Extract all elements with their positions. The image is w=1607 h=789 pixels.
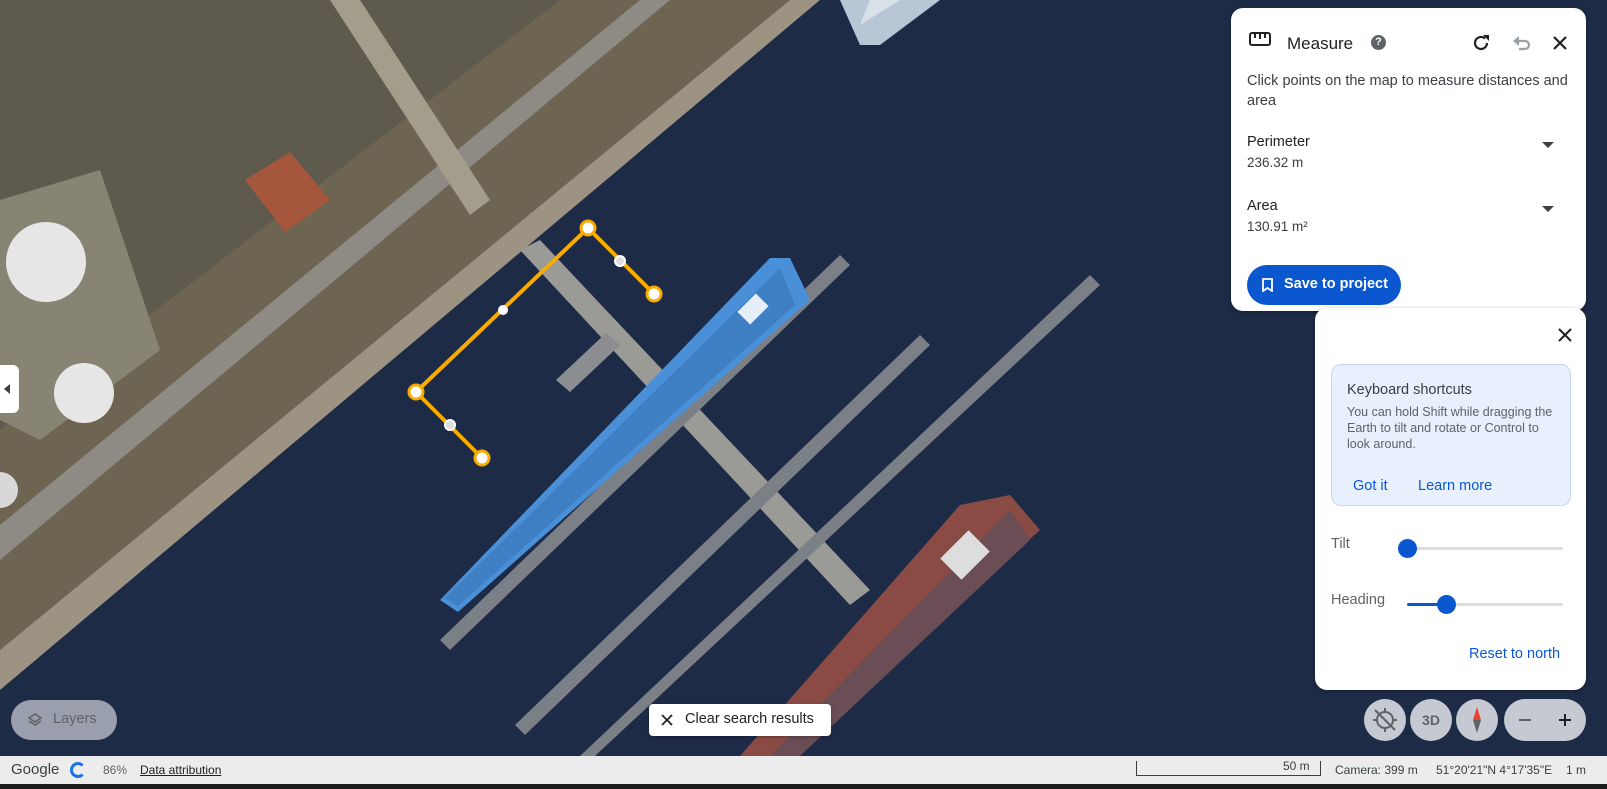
loading-spinner-icon	[70, 762, 86, 778]
measure-panel: Measure ? Click points on the map to mea…	[1231, 8, 1586, 311]
tilt-thumb[interactable]	[1398, 539, 1417, 558]
perimeter-row[interactable]: Perimeter 236.32 m	[1247, 134, 1572, 184]
refresh-icon[interactable]	[1470, 32, 1492, 54]
storage-tank	[6, 222, 86, 302]
chevron-down-icon[interactable]	[1542, 142, 1554, 148]
tilt-slider[interactable]	[1398, 539, 1563, 558]
measure-vertex	[645, 285, 663, 303]
heading-slider[interactable]	[1407, 595, 1563, 614]
ruler-icon	[1249, 32, 1271, 46]
area-value: 130.91 m²	[1247, 219, 1308, 234]
measure-title: Measure	[1287, 34, 1354, 53]
photo-mode-button[interactable]	[1364, 699, 1406, 741]
compass-button[interactable]	[1456, 699, 1498, 741]
learn-more-link[interactable]: Learn more	[1418, 478, 1492, 494]
compass-icon	[1473, 707, 1481, 733]
help-icon[interactable]: ?	[1371, 35, 1386, 50]
data-attribution-link[interactable]: Data attribution	[140, 763, 221, 777]
crosshair-off-icon	[1373, 708, 1397, 732]
clear-search-results-label: Clear search results	[685, 711, 814, 727]
3d-toggle-button[interactable]: 3D	[1410, 699, 1452, 741]
measure-midpoint	[614, 255, 626, 267]
undo-icon[interactable]	[1510, 32, 1532, 54]
bookmark-icon	[1262, 278, 1273, 292]
area-label: Area	[1247, 198, 1278, 214]
tip-title: Keyboard shortcuts	[1347, 382, 1472, 398]
layers-icon	[28, 713, 42, 726]
heading-thumb[interactable]	[1437, 595, 1456, 614]
clear-search-results-button[interactable]: Clear search results	[649, 704, 831, 736]
chevron-left-icon	[4, 384, 10, 394]
tip-body: You can hold Shift while dragging the Ea…	[1347, 405, 1553, 451]
storage-tank	[54, 363, 114, 423]
keyboard-shortcuts-tip: Keyboard shortcuts You can hold Shift wh…	[1331, 364, 1571, 506]
measure-header: Measure ?	[1231, 8, 1586, 64]
camera-altitude: Camera: 399 m	[1335, 763, 1418, 777]
perimeter-label: Perimeter	[1247, 134, 1310, 150]
perimeter-value: 236.32 m	[1247, 155, 1304, 170]
tilt-label: Tilt	[1331, 536, 1350, 552]
view-controls-panel: Keyboard shortcuts You can hold Shift wh…	[1315, 308, 1586, 690]
scale-label: 50 m	[1283, 759, 1310, 773]
ground-altitude: 1 m	[1566, 763, 1587, 777]
zoom-out-icon[interactable]	[1517, 712, 1533, 728]
zoom-in-icon[interactable]	[1557, 712, 1573, 728]
side-panel-toggle[interactable]	[0, 365, 19, 413]
chevron-down-icon[interactable]	[1542, 206, 1554, 212]
zoom-controls	[1504, 699, 1586, 741]
area-row[interactable]: Area 130.91 m²	[1247, 198, 1572, 248]
measure-vertex	[579, 219, 597, 237]
google-logo: Google	[11, 761, 60, 778]
close-icon[interactable]	[1556, 326, 1574, 344]
measure-description: Click points on the map to measure dista…	[1247, 73, 1568, 109]
layers-label: Layers	[53, 711, 97, 727]
measure-midpoint	[498, 305, 508, 315]
measure-vertex	[407, 383, 425, 401]
got-it-button[interactable]: Got it	[1353, 478, 1388, 494]
reset-to-north-button[interactable]: Reset to north	[1469, 646, 1560, 662]
close-icon[interactable]	[1549, 32, 1571, 54]
status-bar: Google 86% Data attribution 50 m Camera:…	[0, 756, 1607, 784]
layers-button[interactable]: Layers	[11, 700, 117, 740]
save-to-project-label: Save to project	[1284, 276, 1388, 292]
loading-percent: 86%	[103, 763, 128, 777]
heading-label: Heading	[1331, 592, 1386, 608]
save-to-project-button[interactable]: Save to project	[1247, 265, 1401, 305]
coordinates: 51°20'21"N 4°17'35"E	[1436, 763, 1553, 777]
measure-vertex	[473, 449, 491, 467]
window-edge	[0, 784, 1607, 789]
close-icon	[661, 714, 673, 726]
measure-midpoint	[444, 419, 456, 431]
